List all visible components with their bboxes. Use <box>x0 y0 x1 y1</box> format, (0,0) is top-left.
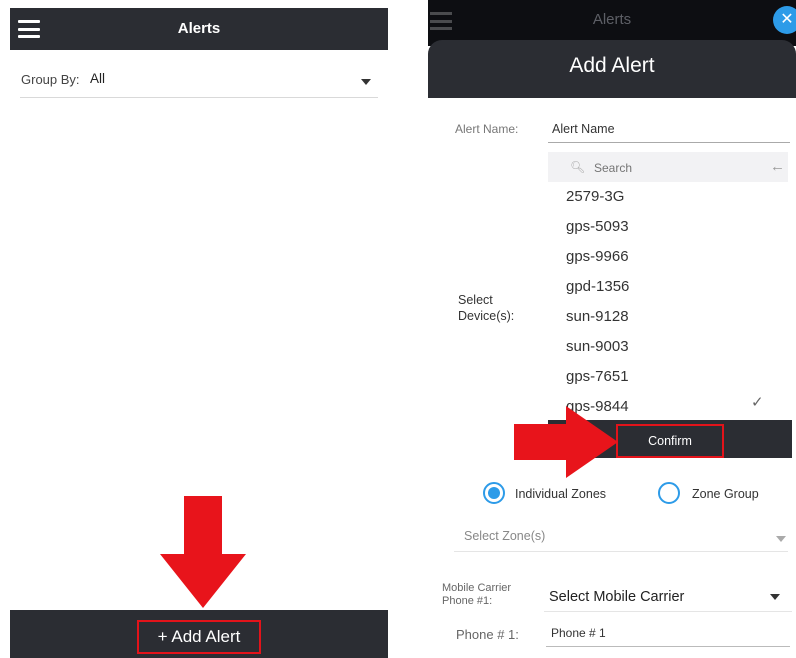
add-alert-button[interactable]: + Add Alert <box>137 620 261 654</box>
back-arrow-icon[interactable]: ← <box>770 158 785 175</box>
group-by-select[interactable]: Group By: All <box>20 66 378 98</box>
select-zones-dropdown[interactable]: Select Zone(s) <box>454 522 788 552</box>
zone-group-label: Zone Group <box>692 487 759 501</box>
device-option[interactable]: gps-5093 <box>566 218 629 235</box>
device-option[interactable]: 2579-3G <box>566 188 624 205</box>
close-icon[interactable]: ✕ <box>773 6 796 34</box>
device-option[interactable]: sun-9128 <box>566 308 629 325</box>
alert-name-label: Alert Name: <box>455 122 519 136</box>
device-dropdown-panel: 🔍︎ ← 2579-3G gps-5093 gps-9966 gpd-1356 … <box>548 152 788 420</box>
background-page-title: Alerts <box>592 11 632 28</box>
group-by-label: Group By: <box>21 72 80 87</box>
confirm-button[interactable]: Confirm <box>616 424 724 458</box>
red-arrow-down-annotation <box>160 496 246 608</box>
mobile-carrier-select[interactable]: Select Mobile Carrier <box>544 582 792 612</box>
dropdown-caret-icon <box>776 536 786 542</box>
device-search-input[interactable] <box>594 157 744 179</box>
dropdown-caret-icon <box>361 79 371 85</box>
add-alert-screen: Alerts Add Alert ✕ Alert Name: Select De… <box>428 0 796 658</box>
checkmark-icon: ✓ <box>751 394 764 411</box>
modal-title: Add Alert <box>569 54 655 77</box>
phone1-input[interactable] <box>546 620 790 647</box>
select-zones-placeholder: Select Zone(s) <box>464 529 546 543</box>
search-icon: 🔍︎ <box>570 160 586 174</box>
device-option[interactable]: gpd-1356 <box>566 278 629 295</box>
individual-zones-label: Individual Zones <box>515 487 607 501</box>
page-title: Alerts <box>177 20 221 37</box>
app-header: Alerts <box>10 8 388 50</box>
mobile-carrier-label: Mobile Carrier Phone #1: <box>442 582 512 607</box>
individual-zones-radio[interactable] <box>483 482 505 504</box>
group-by-value: All <box>90 71 106 86</box>
select-devices-label: Select Device(s): <box>458 293 515 323</box>
device-option[interactable]: gps-9966 <box>566 248 629 265</box>
mobile-carrier-value: Select Mobile Carrier <box>549 589 685 605</box>
dropdown-caret-icon <box>770 594 780 600</box>
phone1-label: Phone # 1: <box>456 627 519 642</box>
device-option[interactable]: gps-7651 <box>566 368 629 385</box>
device-option[interactable]: sun-9003 <box>566 338 629 355</box>
alert-name-input[interactable] <box>548 116 790 143</box>
zone-group-radio[interactable] <box>658 482 680 504</box>
device-search-bar: 🔍︎ ← <box>548 152 788 182</box>
red-arrow-right-annotation <box>514 406 618 478</box>
alerts-screen: Alerts Group By: All + Add Alert <box>10 8 388 658</box>
